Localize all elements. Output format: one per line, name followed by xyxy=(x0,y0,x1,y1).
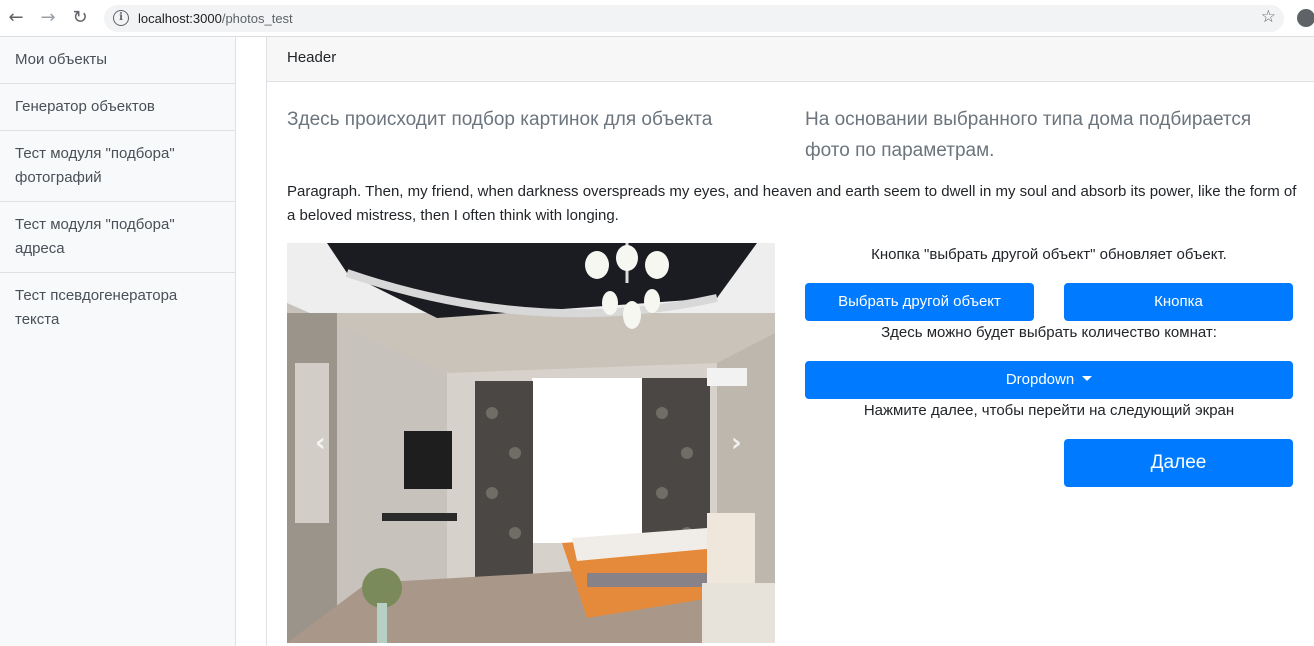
card-header-title: Header xyxy=(287,49,337,66)
photo-carousel: ‹ › xyxy=(287,243,775,643)
forward-icon[interactable]: → xyxy=(38,8,58,28)
info-icon[interactable]: i xyxy=(113,10,129,26)
caret-down-icon xyxy=(1082,376,1093,382)
room-photo xyxy=(287,243,775,643)
paragraph: Paragraph. Then, my friend, when darknes… xyxy=(287,183,1297,224)
card-header: Header xyxy=(267,37,1314,82)
sidebar-item-photo-test[interactable]: Тест модуля "подбора" фотографий xyxy=(0,131,235,202)
generic-button[interactable]: Кнопка xyxy=(1064,283,1293,321)
sidebar-item-text-generator[interactable]: Тест псевдогенератора текста xyxy=(0,273,235,343)
choose-other-object-button[interactable]: Выбрать другой объект xyxy=(805,283,1034,321)
sidebar-item-address-test[interactable]: Тест модуля "подбора" адреса xyxy=(0,202,235,273)
profile-icon[interactable] xyxy=(1297,9,1314,27)
object-hint: Кнопка "выбрать другой объект" обновляет… xyxy=(871,246,1227,263)
reload-icon[interactable]: ↻ xyxy=(70,8,90,28)
address-bar[interactable]: i localhost:3000/photos_test ☆ xyxy=(104,5,1284,32)
url-host: localhost:3000 xyxy=(138,11,222,26)
next-hint: Нажмите далее, чтобы перейти на следующи… xyxy=(863,402,1235,419)
chevron-left-icon[interactable]: ‹ xyxy=(315,428,326,458)
lead-right: На основании выбранного типа дома подбир… xyxy=(805,109,1252,161)
browser-toolbar: ← → ↻ i localhost:3000/photos_test ☆ xyxy=(0,0,1314,37)
sidebar-item-my-objects[interactable]: Мои объекты xyxy=(0,37,235,84)
rooms-hint: Здесь можно будет выбрать количество ком… xyxy=(881,324,1217,341)
next-button[interactable]: Далее xyxy=(1064,439,1293,487)
chevron-right-icon[interactable]: › xyxy=(731,428,742,458)
url-path: /photos_test xyxy=(221,11,293,26)
lead-left: Здесь происходит подбор картинок для объ… xyxy=(287,109,713,130)
back-icon[interactable]: ← xyxy=(6,8,26,28)
url-text[interactable]: localhost:3000/photos_test xyxy=(138,11,293,26)
content-border xyxy=(266,37,267,646)
sidebar: Мои объекты Генератор объектов Тест моду… xyxy=(0,37,236,646)
star-icon[interactable]: ☆ xyxy=(1261,7,1276,27)
rooms-dropdown[interactable]: Dropdown xyxy=(805,361,1293,399)
dropdown-label: Dropdown xyxy=(1005,371,1075,388)
sidebar-item-object-generator[interactable]: Генератор объектов xyxy=(0,84,235,131)
